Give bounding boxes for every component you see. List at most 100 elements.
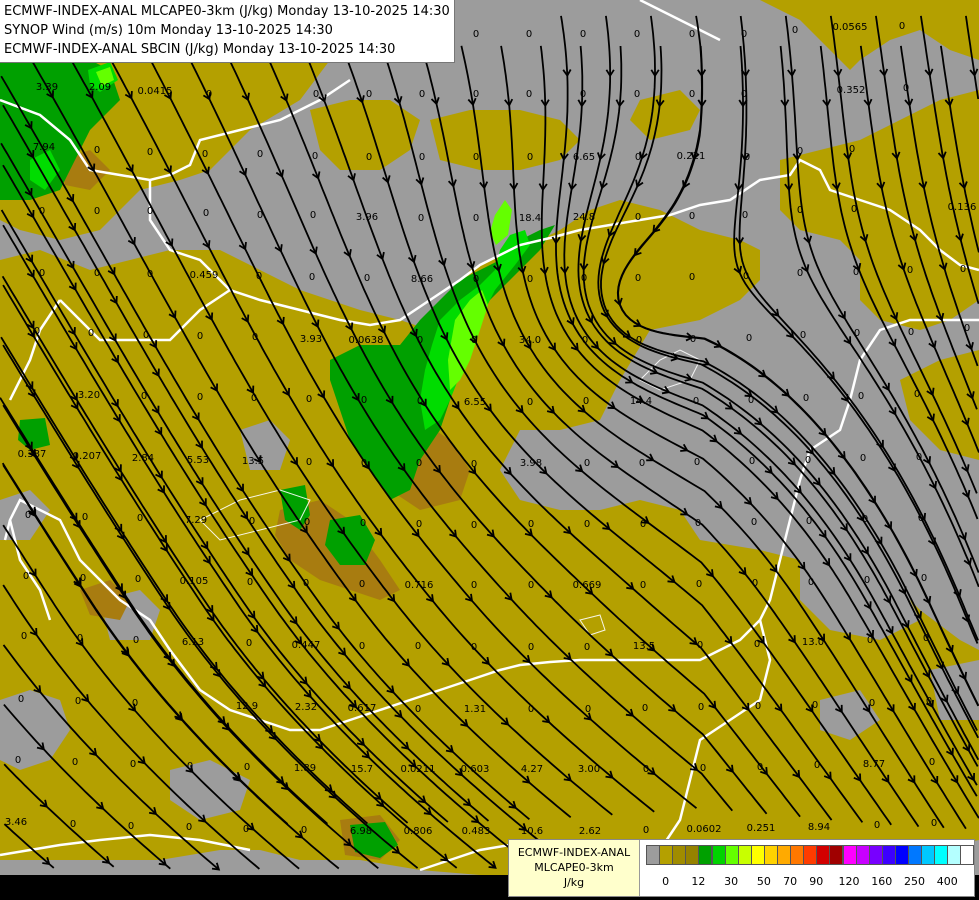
index-value-label: 0 (471, 642, 477, 653)
legend-tick-label: 250 (904, 875, 926, 888)
index-value-label: 1.89 (294, 763, 316, 774)
index-value-label: 0 (473, 89, 479, 100)
index-value-label: 0 (914, 389, 920, 400)
index-value-label: 13.0 (802, 637, 824, 648)
map-header: ECMWF-INDEX-ANAL MLCAPE0-3km (J/kg) Mond… (0, 0, 455, 63)
index-value-label: 0 (39, 268, 45, 279)
index-value-label: 0 (744, 152, 750, 163)
index-value-label: 3.93 (300, 334, 322, 345)
legend-swatch (921, 845, 936, 865)
index-value-label: 0 (869, 698, 875, 709)
legend-swatch (829, 845, 844, 865)
legend-tick-label: 0 (662, 875, 670, 888)
index-value-label: 0 (526, 89, 532, 100)
index-value-label: 3.39 (36, 82, 58, 93)
index-value-label: 0 (143, 330, 149, 341)
index-value-label: 0 (133, 635, 139, 646)
index-value-label: 0 (528, 519, 534, 530)
index-value-label: 0 (899, 21, 905, 32)
index-value-label: 0 (15, 755, 21, 766)
index-value-label: 0 (473, 213, 479, 224)
index-value-label: 0 (313, 89, 319, 100)
index-value-label: 0 (94, 206, 100, 217)
index-value-label: 0 (797, 146, 803, 157)
index-value-label: 0 (301, 825, 307, 836)
index-value-label: 0 (247, 577, 253, 588)
index-value-label: 0 (361, 458, 367, 469)
index-value-label: 0 (639, 458, 645, 469)
index-value-label: 6.65 (573, 152, 595, 163)
index-value-label: 0 (693, 396, 699, 407)
index-value-label: 0 (128, 821, 134, 832)
index-value-label: 13.5 (242, 456, 264, 467)
index-value-label: 0.352 (837, 85, 866, 96)
index-value-label: 0 (249, 516, 255, 527)
index-value-label: 0 (918, 513, 924, 524)
legend-swatch (685, 845, 700, 865)
index-value-label: 0.459 (190, 270, 219, 281)
index-value-label: 0 (690, 334, 696, 345)
index-value-label: 13.5 (633, 641, 655, 652)
index-value-label: 0 (34, 326, 40, 337)
index-value-label: 0 (256, 271, 262, 282)
index-value-label: 0 (689, 211, 695, 222)
index-value-label: 0 (471, 335, 477, 346)
index-value-label: 0 (202, 149, 208, 160)
index-value-label: 0.0415 (138, 86, 173, 97)
index-value-label: 0 (23, 571, 29, 582)
index-value-label: 0 (359, 641, 365, 652)
legend-swatch (737, 845, 752, 865)
index-value-label: 0 (21, 631, 27, 642)
index-value-label: 0.806 (404, 826, 433, 837)
index-value-label: 0 (585, 704, 591, 715)
index-value-label: 0 (312, 151, 318, 162)
index-value-label: 0 (309, 272, 315, 283)
index-value-label: 0 (257, 210, 263, 221)
index-value-label: 0 (187, 761, 193, 772)
index-value-label: 0 (700, 763, 706, 774)
index-value-label: 3.96 (356, 212, 378, 223)
index-value-label: 0 (94, 268, 100, 279)
index-value-label: 0 (635, 212, 641, 223)
index-value-label: 0 (696, 579, 702, 590)
index-value-label: 0 (581, 273, 587, 284)
index-value-label: 0 (582, 335, 588, 346)
index-value-label: 0 (246, 638, 252, 649)
index-value-label: 0 (94, 145, 100, 156)
index-value-label: 0 (697, 640, 703, 651)
index-value-label: 0.221 (677, 151, 706, 162)
legend-tick-label: 12 (691, 875, 706, 888)
legend-swatch (960, 845, 975, 865)
index-value-label: 0 (694, 457, 700, 468)
index-value-label: 0 (749, 456, 755, 467)
index-value-label: 0 (689, 89, 695, 100)
legend-tick-label: 70 (783, 875, 798, 888)
index-value-label: 0 (806, 516, 812, 527)
index-value-label: 0 (528, 642, 534, 653)
index-value-label: 0 (528, 580, 534, 591)
cape-low-areas (0, 0, 979, 875)
legend-swatch (724, 845, 739, 865)
index-value-label: 0 (812, 700, 818, 711)
index-value-label: 0 (361, 395, 367, 406)
index-value-label: 15.7 (351, 764, 373, 775)
legend-swatch (868, 845, 883, 865)
index-value-label: 0 (926, 696, 932, 707)
index-value-label: 1.31 (464, 704, 486, 715)
legend-swatch (711, 845, 726, 865)
index-value-label: 0 (743, 271, 749, 282)
index-value-label: 0 (77, 633, 83, 644)
index-value-label: 0.483 (462, 826, 491, 837)
legend-title: ECMWF-INDEX-ANAL MLCAPE0-3km J/kg (509, 840, 640, 896)
legend-swatch (881, 845, 896, 865)
index-value-label: 0 (147, 147, 153, 158)
index-value-label: 0 (75, 696, 81, 707)
legend-swatch (947, 845, 962, 865)
index-value-label: 0 (257, 149, 263, 160)
index-value-label: 8.77 (863, 759, 885, 770)
index-value-label: 0 (741, 29, 747, 40)
index-value-label: 0 (757, 762, 763, 773)
index-value-label: 0 (527, 397, 533, 408)
index-value-label: 6.13 (182, 637, 204, 648)
legend-tick-label: 30 (724, 875, 739, 888)
